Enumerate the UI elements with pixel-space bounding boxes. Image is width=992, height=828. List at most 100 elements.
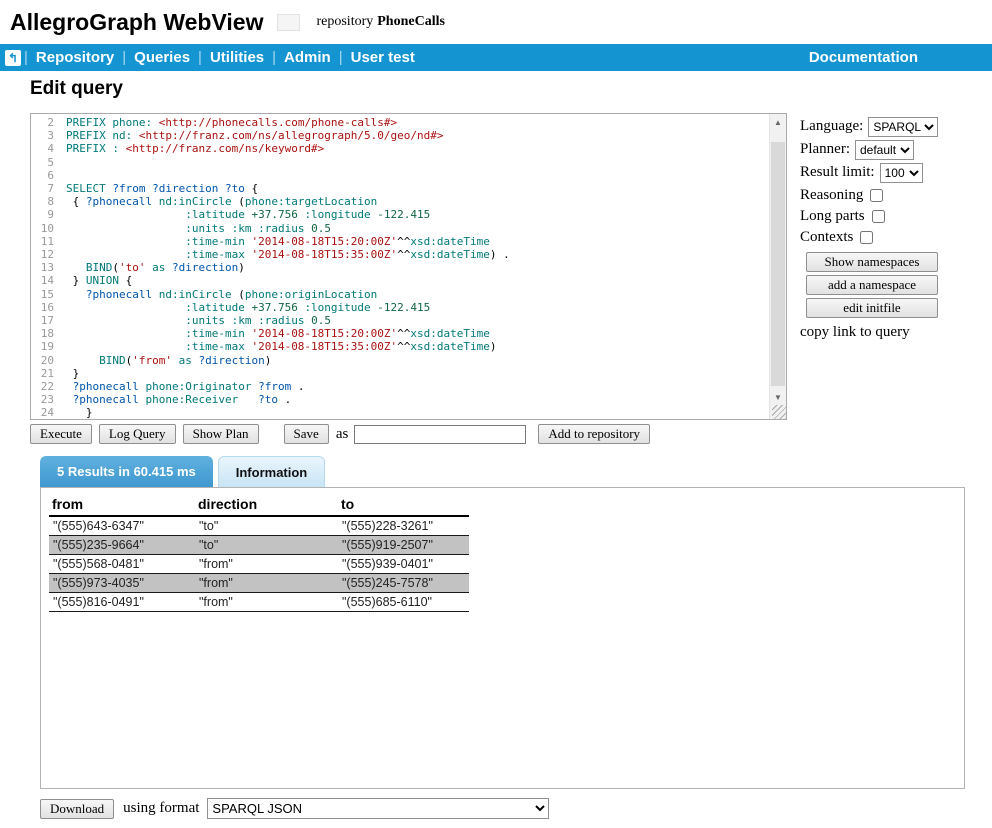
nav-bar: ↰ |Repository|Queries|Utilities|Admin|Us… <box>0 44 992 71</box>
code-line: BIND('from' as ?direction) <box>66 354 769 367</box>
resize-grip-icon[interactable] <box>772 405 786 419</box>
code-line: } UNION { <box>66 274 769 287</box>
code-line: PREFIX : <http://franz.com/ns/keyword#> <box>66 142 769 155</box>
tab-information[interactable]: Information <box>218 456 326 487</box>
query-actions: Execute Log Query Show Plan Save as Add … <box>30 424 657 444</box>
nav-item-admin[interactable]: Admin <box>276 49 339 66</box>
code-line: BIND('to' as ?direction) <box>66 261 769 274</box>
header-box <box>277 14 300 31</box>
code-line: :time-max '2014-08-18T15:35:00Z'^^xsd:da… <box>66 340 769 353</box>
checkbox-label: Reasoning <box>800 187 863 204</box>
repository-name: PhoneCalls <box>377 14 445 29</box>
planner-select[interactable]: default <box>855 140 914 160</box>
code-line: :time-min '2014-08-18T15:20:00Z'^^xsd:da… <box>66 235 769 248</box>
table-row[interactable]: "(555)973-4035""from""(555)245-7578" <box>49 574 469 593</box>
code-line: ?phonecall phone:Originator ?from . <box>66 380 769 393</box>
line-number: 4 <box>31 142 54 155</box>
column-header-to[interactable]: to <box>338 495 469 516</box>
nav-item-utilities[interactable]: Utilities <box>202 49 272 66</box>
long-parts-checkbox[interactable] <box>872 210 885 223</box>
code-line: :units :km :radius 0.5 <box>66 222 769 235</box>
code-area[interactable]: PREFIX phone: <http://phonecalls.com/pho… <box>59 114 769 419</box>
editor-scrollbar[interactable]: ▲ ▼ <box>769 114 786 419</box>
download-button[interactable]: Download <box>40 799 114 819</box>
edit-initfile-button[interactable]: edit initfile <box>806 298 938 318</box>
nav-item-user-test[interactable]: User test <box>343 49 423 66</box>
copy-link-to-query[interactable]: copy link to query <box>800 324 980 341</box>
contexts-checkbox[interactable] <box>860 231 873 244</box>
table-row[interactable]: "(555)235-9664""to""(555)919-2507" <box>49 536 469 555</box>
nav-item-repository[interactable]: Repository <box>28 49 122 66</box>
download-bar: Download using format SPARQL JSON <box>40 798 549 819</box>
execute-button[interactable]: Execute <box>30 424 92 444</box>
line-number: 19 <box>31 340 54 353</box>
code-line: :time-min '2014-08-18T15:20:00Z'^^xsd:da… <box>66 327 769 340</box>
line-number: 21 <box>31 367 54 380</box>
result-limit-select[interactable]: 100 <box>880 163 923 183</box>
cell-from: "(555)816-0491" <box>49 593 195 612</box>
nav-items: |Repository|Queries|Utilities|Admin|User… <box>24 49 423 66</box>
scrollbar-thumb[interactable] <box>771 142 785 386</box>
app-title: AllegroGraph WebView <box>10 9 263 36</box>
table-row[interactable]: "(555)816-0491""from""(555)685-6110" <box>49 593 469 612</box>
log-query-button[interactable]: Log Query <box>99 424 176 444</box>
add-to-repository-button[interactable]: Add to repository <box>538 424 650 444</box>
code-line: } <box>66 367 769 380</box>
back-button[interactable]: ↰ <box>5 50 21 66</box>
contexts-row: Contexts <box>800 227 980 247</box>
query-editor[interactable]: 23456789101112131415161718192021222324 P… <box>30 113 787 420</box>
line-number: 16 <box>31 301 54 314</box>
show-plan-button[interactable]: Show Plan <box>183 424 259 444</box>
back-arrow-icon: ↰ <box>8 51 18 65</box>
format-select[interactable]: SPARQL JSON <box>207 798 549 819</box>
table-row[interactable]: "(555)643-6347""to""(555)228-3261" <box>49 516 469 536</box>
app-header: AllegroGraph WebView repositoryPhoneCall… <box>0 0 992 44</box>
result-limit-label: Result limit: <box>800 164 875 181</box>
result-limit-row: Result limit: 100 <box>800 162 980 183</box>
line-number: 6 <box>31 169 54 182</box>
results-tabs: 5 Results in 60.415 ms Information <box>40 456 325 487</box>
checkbox-label: Contexts <box>800 229 853 246</box>
cell-direction: "from" <box>195 593 338 612</box>
language-label: Language: <box>800 118 863 135</box>
line-number: 18 <box>31 327 54 340</box>
save-as-label: as <box>336 426 349 443</box>
cell-to: "(555)939-0401" <box>338 555 469 574</box>
scroll-down-button[interactable]: ▼ <box>770 389 786 405</box>
show-namespaces-button[interactable]: Show namespaces <box>806 252 938 272</box>
reasoning-row: Reasoning <box>800 185 980 205</box>
line-number: 24 <box>31 406 54 419</box>
save-button[interactable]: Save <box>284 424 329 444</box>
line-number: 11 <box>31 235 54 248</box>
table-row[interactable]: "(555)568-0481""from""(555)939-0401" <box>49 555 469 574</box>
line-number: 8 <box>31 195 54 208</box>
scroll-up-button[interactable]: ▲ <box>770 114 786 130</box>
cell-to: "(555)919-2507" <box>338 536 469 555</box>
code-line: ?phonecall nd:inCircle (phone:originLoca… <box>66 288 769 301</box>
cell-direction: "from" <box>195 555 338 574</box>
reasoning-checkbox[interactable] <box>870 189 883 202</box>
column-header-from[interactable]: from <box>49 495 195 516</box>
language-select[interactable]: SPARQL <box>868 117 938 137</box>
option-checkboxes: ReasoningLong partsContexts <box>800 185 980 247</box>
code-line: { ?phonecall nd:inCircle (phone:targetLo… <box>66 195 769 208</box>
line-number: 17 <box>31 314 54 327</box>
scroll-up-icon: ▲ <box>774 118 782 127</box>
nav-item-documentation[interactable]: Documentation <box>801 49 926 66</box>
line-number: 14 <box>31 274 54 287</box>
line-number: 20 <box>31 354 54 367</box>
repository-indicator: repositoryPhoneCalls <box>316 14 444 30</box>
cell-direction: "from" <box>195 574 338 593</box>
cell-to: "(555)228-3261" <box>338 516 469 536</box>
save-name-input[interactable] <box>354 425 526 444</box>
tab-results[interactable]: 5 Results in 60.415 ms <box>40 456 213 487</box>
column-header-direction[interactable]: direction <box>195 495 338 516</box>
nav-item-queries[interactable]: Queries <box>126 49 198 66</box>
results-table: fromdirectionto "(555)643-6347""to""(555… <box>49 495 469 612</box>
code-line <box>66 156 769 169</box>
cell-from: "(555)568-0481" <box>49 555 195 574</box>
namespace-buttons: Show namespaces add a namespace edit initf… <box>800 252 980 318</box>
add-a-namespace-button[interactable]: add a namespace <box>806 275 938 295</box>
line-number-gutter: 23456789101112131415161718192021222324 <box>31 114 59 419</box>
query-options-panel: Language: SPARQL Planner: default Result… <box>800 116 980 341</box>
